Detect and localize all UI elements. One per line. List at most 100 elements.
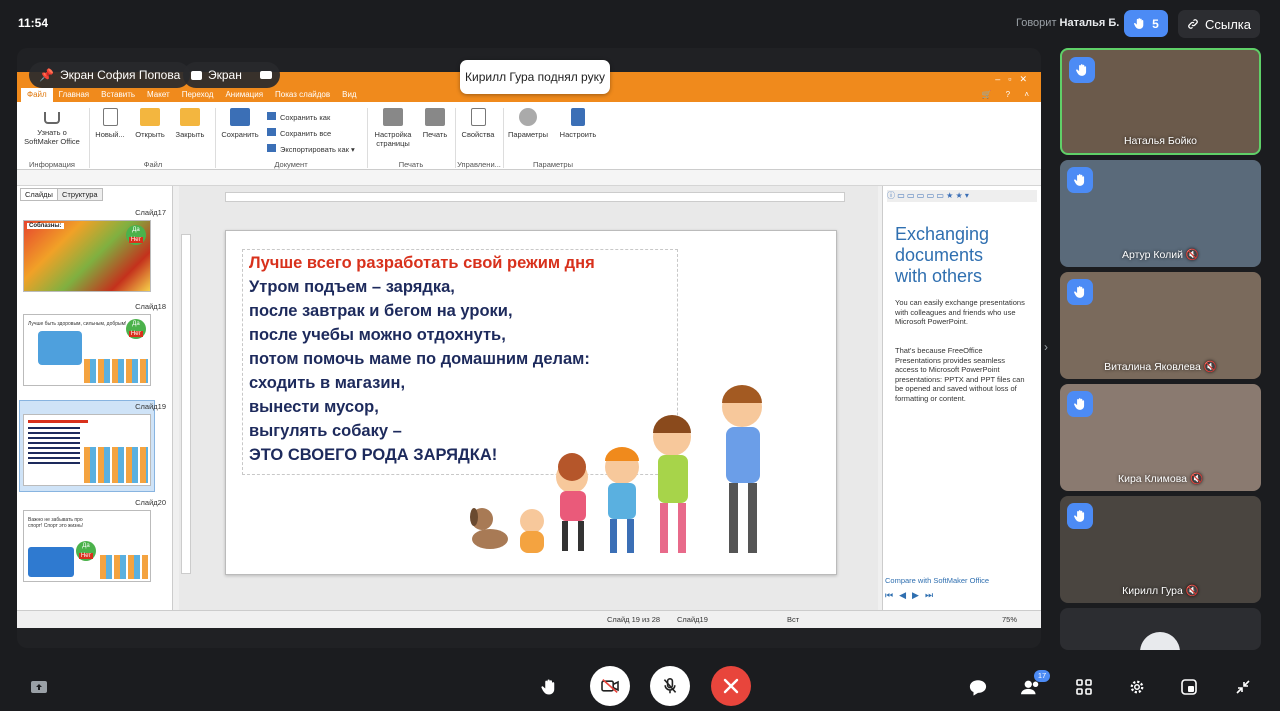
vertical-ruler [181,234,191,574]
slide-thumbnail-current[interactable] [23,414,151,486]
hand-raised-icon [1067,503,1093,529]
slide-thumbnail[interactable]: Лучше быть здоровым, сильным, добрым! Да… [23,314,151,386]
save-button[interactable]: Сохранить [219,108,261,139]
tab-insert[interactable]: Вставить [95,88,141,102]
participant-name: Кира Климова 🔇 [1117,473,1204,485]
sports-image [28,547,74,577]
camera-off-icon [601,679,619,693]
tab-structure[interactable]: Структура [57,188,103,201]
zoom-level[interactable]: 75% [1002,615,1017,624]
hand-icon [541,679,555,695]
end-call-button[interactable] [711,666,751,706]
open-button[interactable]: Открыть [133,108,167,139]
tab-layout[interactable]: Макет [141,88,176,102]
layout-grid-button[interactable] [1073,676,1095,698]
hand-raised-icon [1067,391,1093,417]
link-icon [1188,19,1198,29]
slide-thumbnail[interactable]: Соблазны: Да Нет [23,220,151,292]
info-document-icon [470,108,486,126]
page-setup-button[interactable]: Настройка страницы [371,108,415,148]
participant-tile-partial[interactable] [1060,608,1261,650]
participant-tile[interactable]: Кирилл Гура 🔇 [1060,496,1261,603]
export-button[interactable]: Экспортировать как ▾ [267,142,355,158]
camera-toggle-button[interactable] [590,666,630,706]
raise-hand-button[interactable] [538,676,560,698]
raised-hands-button[interactable]: 5 [1124,10,1168,37]
tab-home[interactable]: Главная [53,88,95,102]
slide-heading: Лучше всего разработать свой режим дня [249,254,595,272]
participants-button[interactable]: 17 [1020,670,1050,698]
save-as-button[interactable]: Сохранить как [267,110,355,126]
group-label-file: Файл [143,160,163,169]
participant-tile[interactable]: Кира Климова 🔇 [1060,384,1261,491]
gear-icon [519,108,537,126]
print-button[interactable]: Печать [419,108,451,139]
slide-label: Слайд19 [135,402,166,411]
participant-name: Кирилл Гура 🔇 [1122,585,1199,597]
mic-off-icon [663,678,677,694]
picture-in-picture-button[interactable] [1178,676,1200,698]
slides-panel: Слайды Структура Слайд17 Соблазны: Да Нет… [17,186,173,628]
slide-text-line: сходить в магазин, [249,374,406,392]
hand-raised-icon [1067,167,1093,193]
kids-exercising-illustration [470,385,762,553]
avatar [1140,632,1180,650]
screen-share-button[interactable] [28,676,50,698]
participant-tile[interactable]: Виталина Яковлева 🔇 [1060,272,1261,379]
slide-name: Слайд19 [677,615,708,624]
save-all-button[interactable]: Сохранить все [267,126,355,142]
participant-tile[interactable]: Артур Колий 🔇 [1060,160,1261,267]
speaker-indicator: Говорит Наталья Б. [1016,17,1120,29]
chat-button[interactable] [967,676,989,698]
quick-toolbar[interactable] [17,170,1041,186]
settings-button[interactable] [1126,676,1148,698]
learn-button[interactable]: Узнать о SoftMaker Office [21,108,83,146]
sidebar-toolbar[interactable]: ⓘ ▭ ▭ ▭ ▭ ▭ ★ ★ ▾ [887,190,1037,202]
participant-tile[interactable]: Наталья Бойко [1060,48,1261,155]
mic-off-icon: 🔇 [1189,473,1204,485]
screen-owner-pill[interactable]: 📌 Экран София Попова [29,62,191,88]
new-button[interactable]: Новый... [93,108,127,139]
group-label-manage: Управлени... [457,160,501,169]
screen-pill[interactable]: Экран [183,62,280,88]
slide-thumbnail[interactable]: Важно не забывать про спорт! Спорт это ж… [23,510,151,582]
hand-icon [1134,18,1144,29]
tab-transition[interactable]: Переход [176,88,220,102]
copy-link-button[interactable]: Ссылка [1178,10,1260,38]
gear-icon [1130,680,1144,694]
mic-toggle-button[interactable] [650,666,690,706]
participant-name: Наталья Бойко [1123,135,1198,147]
girl-small [556,453,588,551]
tab-slideshow[interactable]: Показ слайдов [269,88,336,102]
girl-green [653,415,691,553]
pip-icon [1181,679,1197,695]
tab-view[interactable]: Вид [336,88,362,102]
compare-link[interactable]: Compare with SoftMaker Office [885,576,989,585]
window-controls[interactable]: –▫✕ [995,74,1035,85]
group-label-document: Документ [274,160,308,169]
current-slide[interactable]: Лучше всего разработать свой режим дня У… [225,230,837,575]
customize-button[interactable]: Настроить [557,108,599,139]
slide-text-line: вынести мусор, [249,398,379,416]
cart-icon [44,112,60,124]
slide-counter: Слайд 19 из 28 [607,615,661,624]
collapse-icon [1236,680,1250,694]
sidebar-nav-buttons[interactable]: ⏮◀▶⏭ [885,590,939,601]
parameters-button[interactable]: Параметры [507,108,549,139]
help-icons[interactable]: 🛒 ? ˄ [975,88,1041,102]
properties-button[interactable]: Свойства [459,108,497,139]
tab-file[interactable]: Файл [21,88,53,102]
fullscreen-button[interactable] [1232,676,1254,698]
close-button[interactable]: Закрыть [173,108,207,139]
participants-count-badge: 17 [1034,670,1050,682]
hand-raised-icon [1067,279,1093,305]
chevron-right-icon[interactable]: › [1044,340,1048,354]
boy-tall [722,385,762,553]
slide-text-line: выгулять собаку – [249,422,402,440]
sliders-icon [571,108,585,126]
tab-animation[interactable]: Анимация [219,88,269,102]
mascot-image [38,331,82,365]
group-label-print: Печать [398,160,424,169]
ribbon: Узнать о SoftMaker Office Новый... Откры… [17,102,1041,170]
tab-slides[interactable]: Слайды [20,188,58,201]
